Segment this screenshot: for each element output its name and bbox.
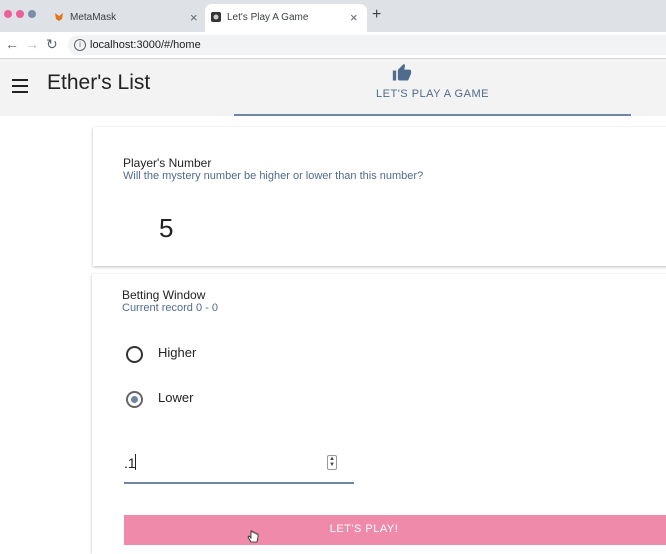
app-header: Ether's List LET'S PLAY A GAME <box>0 59 666 116</box>
forward-arrow-icon[interactable]: → <box>25 36 39 52</box>
tab-lets-play-a-game[interactable]: LET'S PLAY A GAME <box>234 59 631 116</box>
lets-play-button[interactable]: LET'S PLAY! <box>124 515 666 545</box>
text-caret <box>135 454 136 470</box>
close-window-button[interactable] <box>4 10 12 18</box>
address-bar[interactable]: i localhost:3000/#/home <box>68 35 666 55</box>
maximize-window-button[interactable] <box>28 10 36 18</box>
active-tab-indicator <box>234 114 631 116</box>
card-title: Player's Number <box>123 156 212 170</box>
tab-title: MetaMask <box>70 12 117 23</box>
url-text: localhost:3000/#/home <box>90 39 201 51</box>
hamburger-menu-icon[interactable] <box>12 79 28 93</box>
player-number: 5 <box>159 213 174 243</box>
higher-label: Higher <box>158 345 197 360</box>
tab-metamask[interactable]: MetaMask × <box>48 4 205 32</box>
tab-label: LET'S PLAY A GAME <box>376 88 489 100</box>
bet-amount-value: .1 <box>124 455 136 471</box>
browser-toolbar: ← → ↻ i localhost:3000/#/home <box>0 32 666 59</box>
minimize-window-button[interactable] <box>16 10 24 18</box>
window-controls <box>4 10 40 20</box>
thumbs-up-icon <box>392 63 412 81</box>
metamask-fox-icon <box>55 13 63 21</box>
new-tab-icon[interactable]: + <box>372 6 381 24</box>
card-title: Betting Window <box>122 288 206 302</box>
tab-title: Let's Play A Game <box>227 12 309 23</box>
number-spinner-icon[interactable]: ▲ ▼ <box>327 455 337 470</box>
info-icon[interactable]: i <box>74 39 86 51</box>
bet-amount-input[interactable]: .1 ▲ ▼ <box>124 452 354 484</box>
hand-cursor-icon <box>247 530 259 543</box>
back-arrow-icon[interactable]: ← <box>5 36 19 52</box>
play-button-label: LET'S PLAY! <box>329 523 399 535</box>
card-subtitle: Current record 0 - 0 <box>122 302 218 314</box>
lower-radio[interactable] <box>126 391 143 408</box>
betting-window-card: Betting Window Current record 0 - 0 High… <box>92 274 666 554</box>
app-title: Ether's List <box>47 71 151 94</box>
card-subtitle: Will the mystery number be higher or low… <box>123 170 424 182</box>
tab-lets-play[interactable]: Let's Play A Game × <box>205 4 367 32</box>
app-favicon-icon <box>211 12 221 22</box>
players-number-card: Player's Number Will the mystery number … <box>93 127 666 266</box>
close-tab-icon[interactable]: × <box>350 10 358 25</box>
close-tab-icon[interactable]: × <box>190 10 198 25</box>
reload-icon[interactable]: ↻ <box>46 36 58 53</box>
browser-tab-bar: MetaMask × Let's Play A Game × + <box>0 0 666 32</box>
lower-label: Lower <box>158 390 194 405</box>
higher-radio[interactable] <box>126 346 143 363</box>
